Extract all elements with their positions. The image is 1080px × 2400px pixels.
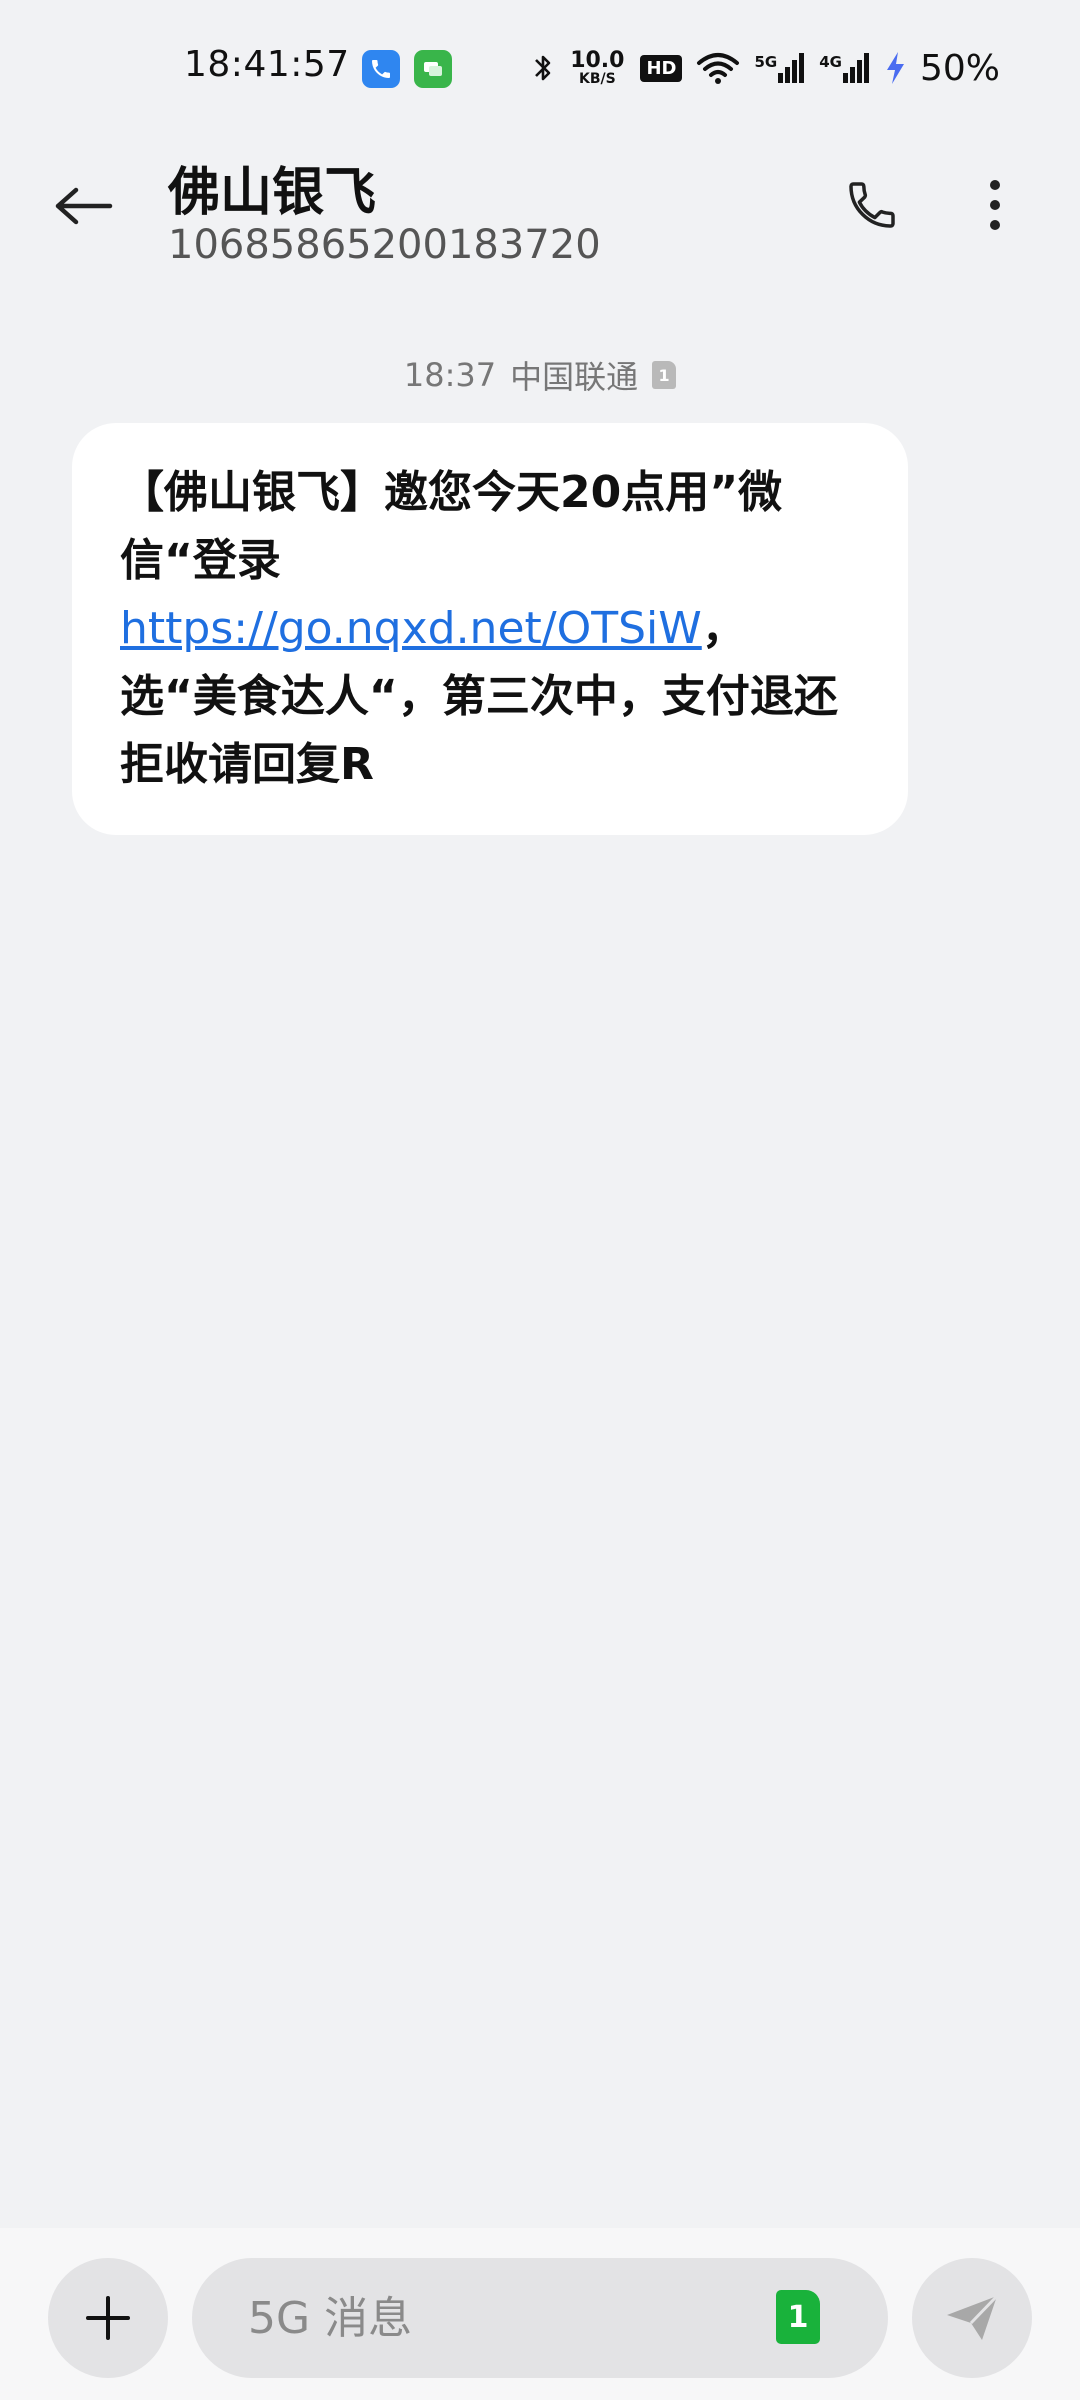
add-attachment-button[interactable]	[48, 2258, 168, 2378]
signal-5g-label: 5G	[754, 53, 778, 71]
network-speed: 10.0 KB/S	[570, 48, 625, 87]
bluetooth-icon	[532, 50, 554, 86]
message-carrier: 中国联通	[510, 358, 639, 396]
status-time: 18:41:57	[184, 44, 350, 85]
more-vertical-icon	[990, 180, 1000, 230]
message-bubble[interactable]: 【佛山银飞】邀您今天20点用”微信“登录 https://go.nqxd.net…	[72, 423, 908, 835]
signal-icon-4g: 4G	[819, 51, 870, 85]
conversation-header: 佛山银飞 10685865200183720	[0, 130, 1080, 300]
arrow-left-icon	[55, 187, 113, 225]
message-time: 18:37	[403, 356, 497, 394]
call-button[interactable]	[835, 168, 909, 242]
send-button[interactable]	[912, 2258, 1032, 2378]
network-speed-unit: KB/S	[578, 71, 616, 87]
message-notification-icon	[414, 50, 452, 88]
wifi-icon	[696, 50, 740, 86]
hd-voice-badge: HD	[640, 54, 683, 82]
back-button[interactable]	[48, 170, 120, 242]
signal-icon-5g: 5G	[754, 51, 805, 85]
more-options-button[interactable]	[960, 168, 1030, 242]
phone-icon	[849, 182, 895, 228]
status-bar: 18:41:57 10.0 KB/S HD 5G 4G 50%	[0, 0, 1080, 130]
message-text-part1: 【佛山银飞】邀您今天20点用”微信“登录	[120, 467, 783, 586]
phone-notification-icon	[362, 50, 400, 88]
send-icon	[947, 2294, 999, 2340]
message-meta: 18:37 中国联通 1	[0, 352, 1080, 398]
contact-number: 10685865200183720	[168, 222, 601, 268]
status-icons: 10.0 KB/S HD 5G 4G 50%	[532, 44, 1000, 92]
charging-icon	[884, 50, 906, 86]
signal-4g-label: 4G	[819, 53, 842, 71]
battery-percentage: 50%	[919, 47, 1000, 89]
message-composer: 1	[0, 2228, 1080, 2400]
sms-conversation-screen: 18:41:57 10.0 KB/S HD 5G 4G 50% 佛山银飞 106…	[0, 0, 1080, 2400]
message-link[interactable]: https://go.nqxd.net/OTSiW	[120, 603, 702, 654]
contact-name: 佛山银飞	[168, 163, 377, 223]
plus-icon	[86, 2296, 130, 2340]
sim-selector[interactable]: 1	[776, 2290, 820, 2344]
sim-card-icon: 1	[652, 361, 677, 389]
network-speed-value: 10.0	[570, 48, 625, 73]
